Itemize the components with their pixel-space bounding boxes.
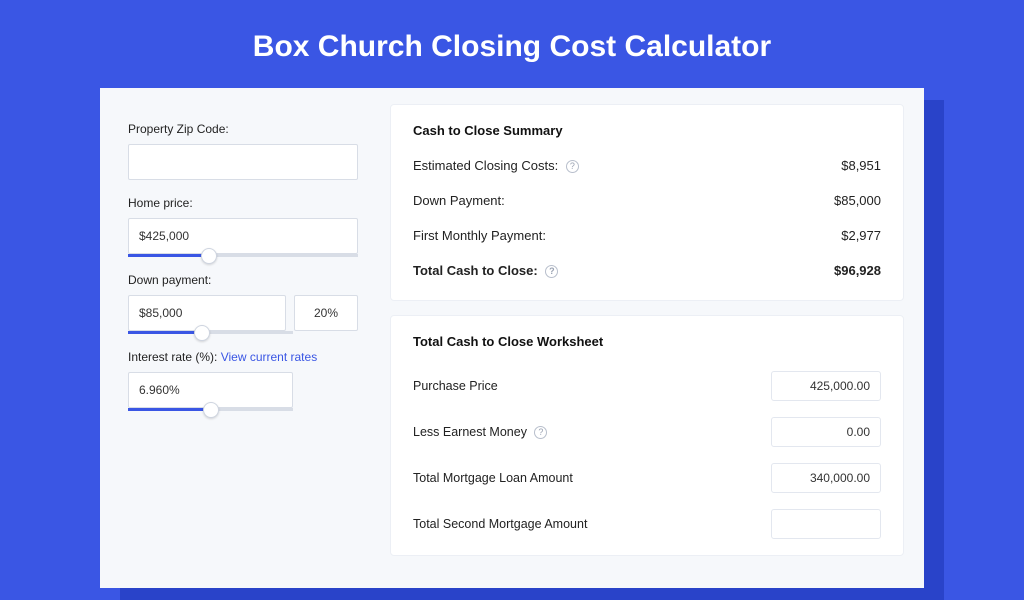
home-price-input[interactable] <box>128 218 358 254</box>
down-payment-group: Down payment: 20% <box>128 273 358 334</box>
worksheet-value[interactable] <box>771 509 881 539</box>
worksheet-label: Purchase Price <box>413 379 498 393</box>
summary-row-down-payment: Down Payment: $85,000 <box>413 187 881 222</box>
summary-panel: Cash to Close Summary Estimated Closing … <box>390 104 904 301</box>
zip-group: Property Zip Code: <box>128 122 358 180</box>
summary-value: $85,000 <box>834 193 881 208</box>
summary-label-text: Total Cash to Close: <box>413 263 538 278</box>
worksheet-row-second-mortgage: Total Second Mortgage Amount <box>413 501 881 547</box>
help-icon[interactable]: ? <box>545 265 558 278</box>
worksheet-value[interactable]: 425,000.00 <box>771 371 881 401</box>
summary-label: Down Payment: <box>413 193 505 208</box>
interest-rate-group: Interest rate (%): View current rates <box>128 350 358 411</box>
slider-fill <box>128 408 211 411</box>
inputs-column: Property Zip Code: Home price: Down paym… <box>100 88 380 588</box>
worksheet-value[interactable]: 340,000.00 <box>771 463 881 493</box>
home-price-label: Home price: <box>128 196 358 210</box>
summary-value: $2,977 <box>841 228 881 243</box>
worksheet-title: Total Cash to Close Worksheet <box>413 334 881 349</box>
down-payment-percent[interactable]: 20% <box>294 295 358 331</box>
help-icon[interactable]: ? <box>566 160 579 173</box>
worksheet-label: Less Earnest Money ? <box>413 425 547 439</box>
help-icon[interactable]: ? <box>534 426 547 439</box>
worksheet-label: Total Mortgage Loan Amount <box>413 471 573 485</box>
slider-fill <box>128 331 202 334</box>
slider-fill <box>128 254 209 257</box>
summary-title: Cash to Close Summary <box>413 123 881 138</box>
summary-row-first-monthly: First Monthly Payment: $2,977 <box>413 222 881 257</box>
summary-label: First Monthly Payment: <box>413 228 546 243</box>
calculator-card: Property Zip Code: Home price: Down paym… <box>100 88 924 588</box>
slider-thumb[interactable] <box>203 402 219 418</box>
interest-rate-slider[interactable] <box>128 408 293 411</box>
interest-rate-label: Interest rate (%): View current rates <box>128 350 358 364</box>
down-payment-slider[interactable] <box>128 331 293 334</box>
home-price-slider[interactable] <box>128 254 358 257</box>
summary-label-text: Estimated Closing Costs: <box>413 158 558 173</box>
worksheet-label-text: Less Earnest Money <box>413 425 527 439</box>
summary-row-total: Total Cash to Close: ? $96,928 <box>413 257 881 292</box>
summary-value: $96,928 <box>834 263 881 278</box>
view-rates-link[interactable]: View current rates <box>221 350 318 364</box>
interest-rate-label-text: Interest rate (%): <box>128 350 221 364</box>
results-column: Cash to Close Summary Estimated Closing … <box>380 88 924 588</box>
worksheet-label: Total Second Mortgage Amount <box>413 517 587 531</box>
summary-value: $8,951 <box>841 158 881 173</box>
zip-label: Property Zip Code: <box>128 122 358 136</box>
zip-input[interactable] <box>128 144 358 180</box>
summary-row-closing-costs: Estimated Closing Costs: ? $8,951 <box>413 152 881 187</box>
worksheet-row-total-mortgage: Total Mortgage Loan Amount 340,000.00 <box>413 455 881 501</box>
worksheet-value[interactable]: 0.00 <box>771 417 881 447</box>
worksheet-row-less-earnest: Less Earnest Money ? 0.00 <box>413 409 881 455</box>
worksheet-row-purchase-price: Purchase Price 425,000.00 <box>413 363 881 409</box>
page-title: Box Church Closing Cost Calculator <box>0 0 1024 86</box>
summary-label: Estimated Closing Costs: ? <box>413 158 579 173</box>
slider-thumb[interactable] <box>194 325 210 341</box>
worksheet-panel: Total Cash to Close Worksheet Purchase P… <box>390 315 904 556</box>
home-price-group: Home price: <box>128 196 358 257</box>
slider-thumb[interactable] <box>201 248 217 264</box>
summary-label: Total Cash to Close: ? <box>413 263 558 278</box>
down-payment-label: Down payment: <box>128 273 358 287</box>
